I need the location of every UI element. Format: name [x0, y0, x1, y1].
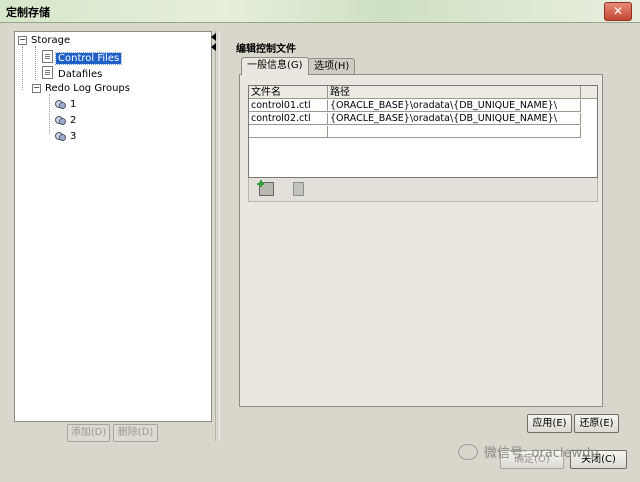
section-title: 编辑控制文件 [236, 44, 296, 55]
tree-node-label: 1 [70, 99, 77, 110]
tree-guide-line [49, 94, 50, 134]
control-files-table[interactable]: 文件名 路径 control01.ctl {ORACLE_BASE}\orada… [248, 85, 598, 178]
tree-node-label: 2 [70, 115, 77, 126]
expander-icon[interactable]: − [18, 36, 27, 45]
tree-node-label: 3 [70, 131, 77, 142]
redo-log-group-icon [55, 131, 66, 141]
revert-button[interactable]: 还原(E) [574, 414, 619, 433]
watermark: 微信号: oraclewdp [458, 442, 599, 461]
tree-node-redo-group-2[interactable]: 2 [55, 114, 78, 128]
tree-node-label: Storage [31, 35, 71, 46]
collapse-arrow-icon[interactable] [211, 43, 216, 51]
tree-node-label: Redo Log Groups [45, 83, 130, 94]
tree-node-control-files[interactable]: Control Files [42, 50, 123, 65]
expander-icon[interactable]: − [32, 84, 41, 93]
tree-node-redo-group-1[interactable]: 1 [55, 98, 78, 112]
trash-icon[interactable] [293, 182, 304, 196]
table-cell-empty[interactable] [249, 126, 328, 138]
datafile-icon [42, 66, 53, 79]
tree-node-redo-group-3[interactable]: 3 [55, 130, 78, 144]
collapse-arrow-icon[interactable] [211, 33, 216, 41]
tree-node-redo-log-groups[interactable]: − Redo Log Groups [32, 82, 132, 96]
tree-node-storage[interactable]: − Storage [18, 34, 72, 48]
table-cell[interactable]: control01.ctl [249, 100, 328, 112]
control-file-icon [42, 50, 53, 63]
column-header-path[interactable]: 路径 [328, 86, 581, 99]
close-button[interactable]: ✕ [604, 2, 632, 21]
tree-node-label: Datafiles [58, 69, 103, 80]
title-bar: 定制存储 ✕ [0, 0, 640, 23]
redo-log-group-icon [55, 99, 66, 109]
apply-button[interactable]: 应用(E) [527, 414, 572, 433]
table-cell[interactable]: {ORACLE_BASE}\oradata\{DB_UNIQUE_NAME}\ [328, 100, 581, 112]
table-cell[interactable]: control02.ctl [249, 113, 328, 125]
window-title: 定制存储 [6, 6, 50, 19]
table-cell-empty[interactable] [328, 126, 581, 138]
close-icon: ✕ [612, 4, 624, 18]
tab-options[interactable]: 选项(H) [308, 58, 356, 74]
tree-node-datafiles[interactable]: Datafiles [42, 66, 104, 80]
column-header-filename[interactable]: 文件名 [249, 86, 328, 99]
tree-guide-line [22, 46, 23, 90]
table-toolbar [248, 178, 598, 202]
column-header-filler [581, 86, 597, 99]
table-cell[interactable]: {ORACLE_BASE}\oradata\{DB_UNIQUE_NAME}\ [328, 113, 581, 125]
redo-log-group-icon [55, 115, 66, 125]
wechat-icon [458, 444, 478, 460]
storage-tree[interactable]: − Storage Control Files Datafiles − Redo L… [14, 31, 212, 422]
tab-general[interactable]: 一般信息(G) [241, 57, 309, 75]
add-button[interactable]: 添加(D) [67, 424, 110, 442]
splitter[interactable] [215, 31, 220, 441]
watermark-text: 微信号: oraclewdp [484, 446, 599, 461]
tree-guide-line [35, 46, 36, 80]
delete-button[interactable]: 删除(D) [113, 424, 158, 442]
add-row-icon[interactable] [257, 180, 274, 196]
tree-node-label: Control Files [54, 52, 123, 65]
